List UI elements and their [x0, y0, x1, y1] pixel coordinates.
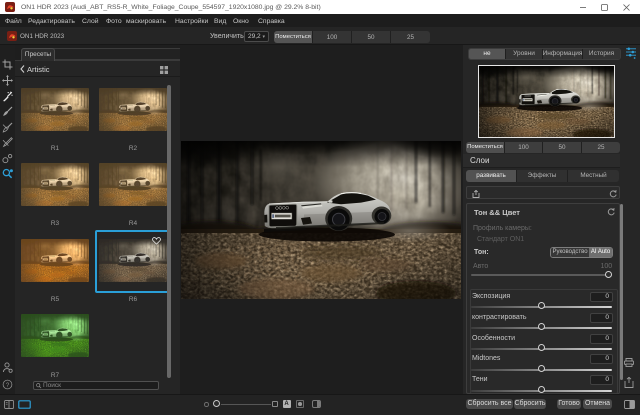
svg-text:?: ?	[6, 382, 10, 388]
